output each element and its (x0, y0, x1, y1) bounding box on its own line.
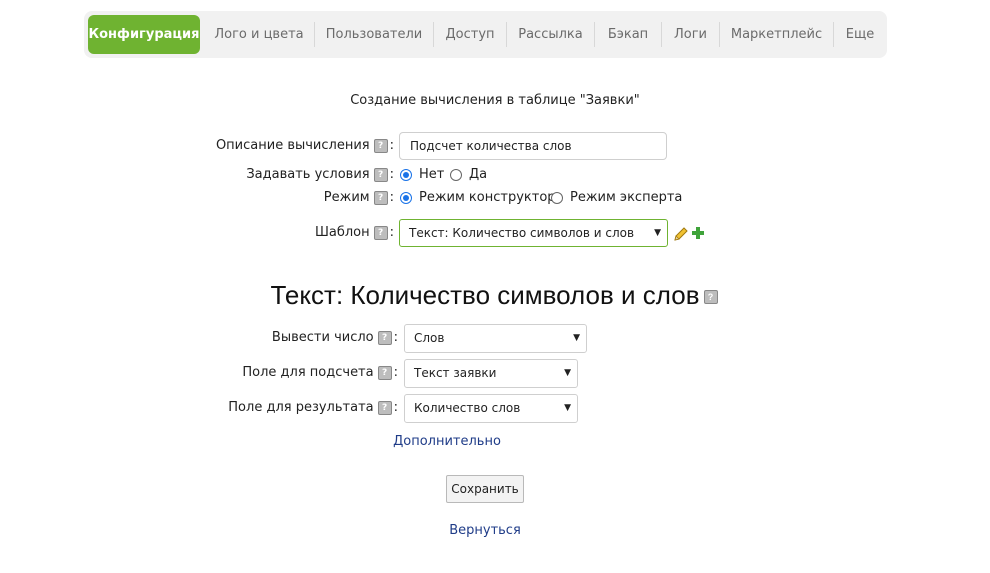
help-icon[interactable]: ? (373, 167, 388, 182)
output-label: Вывести число (271, 330, 374, 345)
help-icon[interactable]: ? (377, 330, 392, 345)
more-options-link[interactable]: Дополнительно (380, 434, 514, 449)
result-field-label: Поле для результата (228, 400, 374, 415)
colon: : (393, 365, 398, 380)
result-field-select-value: Количество слов (414, 401, 521, 415)
help-icon[interactable]: ? (373, 190, 388, 205)
result-field-label-row: Поле для результата?: (228, 400, 398, 415)
mode-label: Режим (323, 190, 370, 205)
template-select-value: Текст: Количество символов и слов (409, 226, 635, 240)
chevron-down-icon: ▼ (573, 333, 580, 343)
tab-marketplace[interactable]: Маркетплейс (720, 11, 833, 58)
tab-backup[interactable]: Бэкап (595, 11, 661, 58)
chevron-down-icon: ▼ (564, 368, 571, 378)
template-select[interactable]: Текст: Количество символов и слов ▼ (399, 219, 668, 247)
mode-option-constructor[interactable]: Режим конструктора (419, 190, 564, 205)
back-link[interactable]: Вернуться (435, 523, 535, 538)
template-label-row: Шаблон?: (315, 225, 394, 240)
plus-icon[interactable] (691, 226, 705, 240)
mode-radio-constructor[interactable] (400, 192, 412, 204)
colon: : (389, 138, 394, 153)
colon: : (389, 167, 394, 182)
mode-label-row: Режим?: (324, 190, 394, 205)
output-select[interactable]: Слов ▼ (404, 324, 587, 353)
colon: : (389, 190, 394, 205)
template-label: Шаблон (314, 225, 370, 240)
conditions-label-row: Задавать условия?: (246, 167, 394, 182)
conditions-option-no[interactable]: Нет (419, 167, 444, 182)
save-button[interactable]: Сохранить (446, 475, 524, 503)
top-nav-tabs: Конфигурация Лого и цвета Пользователи Д… (84, 11, 887, 58)
description-label: Описание вычисления (215, 138, 370, 153)
help-icon[interactable]: ? (373, 138, 388, 153)
template-title-text: Текст: Количество символов и слов (270, 280, 700, 310)
tab-logs[interactable]: Логи (662, 11, 719, 58)
description-input[interactable]: Подсчет количества слов (399, 132, 667, 160)
help-icon[interactable]: ? (377, 400, 392, 415)
conditions-radio-yes[interactable] (450, 169, 462, 181)
tab-configuration[interactable]: Конфигурация (88, 15, 200, 54)
tab-logo-colors[interactable]: Лого и цвета (204, 11, 314, 58)
conditions-option-yes[interactable]: Да (469, 167, 487, 182)
output-label-row: Вывести число?: (272, 330, 398, 345)
colon: : (393, 330, 398, 345)
pencil-icon[interactable] (673, 226, 689, 242)
colon: : (389, 225, 394, 240)
count-field-label-row: Поле для подсчета?: (242, 365, 398, 380)
tab-users[interactable]: Пользователи (315, 11, 433, 58)
template-section-title: Текст: Количество символов и слов? (0, 280, 990, 311)
count-field-select-value: Текст заявки (414, 366, 497, 380)
output-select-value: Слов (414, 331, 445, 345)
chevron-down-icon: ▼ (654, 228, 661, 238)
help-icon[interactable]: ? (377, 365, 392, 380)
colon: : (393, 400, 398, 415)
count-field-select[interactable]: Текст заявки ▼ (404, 359, 578, 388)
tab-more[interactable]: Еще (834, 11, 886, 58)
description-label-row: Описание вычисления?: (216, 138, 394, 153)
tab-mailing[interactable]: Рассылка (507, 11, 594, 58)
conditions-radio-no[interactable] (400, 169, 412, 181)
conditions-label: Задавать условия (246, 167, 370, 182)
mode-option-expert[interactable]: Режим эксперта (570, 190, 682, 205)
chevron-down-icon: ▼ (564, 403, 571, 413)
count-field-label: Поле для подсчета (242, 365, 374, 380)
page-heading: Создание вычисления в таблице "Заявки" (350, 93, 640, 108)
result-field-select[interactable]: Количество слов ▼ (404, 394, 578, 423)
mode-radio-expert[interactable] (551, 192, 563, 204)
tab-access[interactable]: Доступ (434, 11, 506, 58)
help-icon[interactable]: ? (373, 225, 388, 240)
help-icon[interactable]: ? (703, 290, 718, 305)
